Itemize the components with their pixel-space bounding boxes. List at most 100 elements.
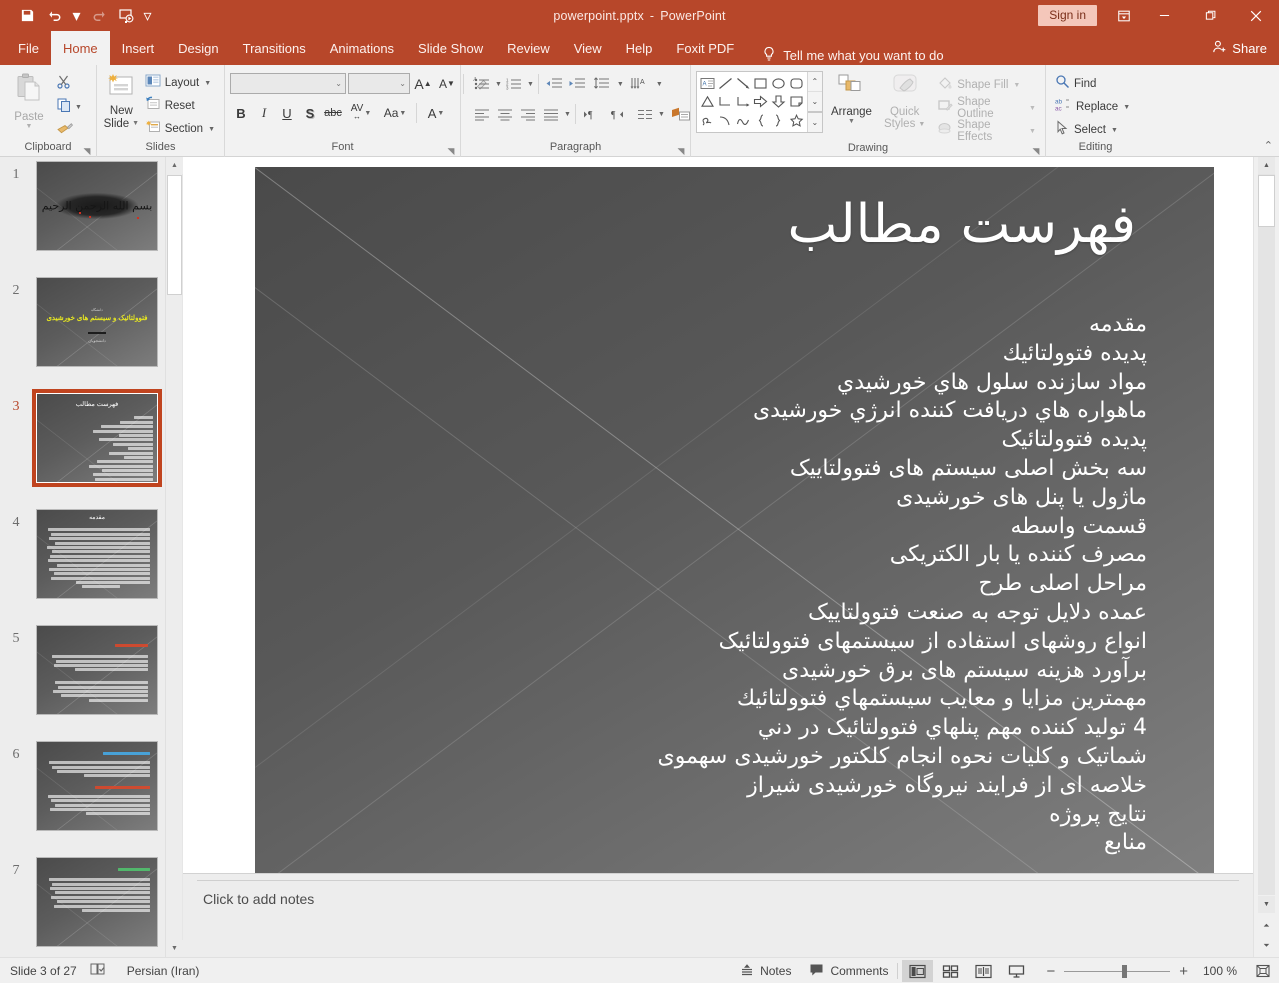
thumbnail-scrollbar[interactable]: ▲ ▼ — [165, 157, 183, 957]
slide-vertical-scrollbar[interactable]: ▲ ▼ ⏶ ⏷ — [1253, 157, 1279, 957]
shape-text-box-icon[interactable]: A — [699, 74, 717, 93]
new-slide-button[interactable]: New Slide ▼ — [102, 69, 141, 130]
shape-arc-icon[interactable] — [734, 111, 752, 130]
thumbnail-scroll-up-icon[interactable]: ▲ — [166, 157, 183, 174]
slide-body-text[interactable]: مقدمه پدیده فتوولتائيك مواد سازنده سلول … — [295, 311, 1147, 858]
shape-left-brace-icon[interactable] — [752, 111, 770, 130]
collapse-ribbon-icon[interactable]: ⌃ — [1264, 139, 1273, 152]
replace-button[interactable]: ab ac Replace ▼ — [1051, 96, 1134, 118]
tab-animations[interactable]: Animations — [318, 31, 406, 65]
bullets-button[interactable] — [471, 73, 493, 95]
scroll-thumb[interactable] — [1258, 175, 1275, 227]
fit-slide-to-window-button[interactable] — [1247, 958, 1279, 983]
increase-indent-button[interactable] — [566, 73, 588, 95]
start-from-beginning-icon[interactable] — [113, 4, 139, 28]
undo-dropdown-icon[interactable]: ▾ — [70, 4, 83, 28]
tell-me-box[interactable]: Tell me what you want to do — [762, 46, 944, 65]
tab-insert[interactable]: Insert — [110, 31, 167, 65]
tab-home[interactable]: Home — [50, 31, 110, 65]
tab-help[interactable]: Help — [614, 31, 665, 65]
zoom-slider-track[interactable] — [1064, 964, 1171, 978]
underline-button[interactable]: U — [276, 102, 298, 124]
change-case-dropdown-icon[interactable]: ▼ — [399, 110, 406, 117]
share-button[interactable]: Share — [1212, 31, 1267, 65]
italic-button[interactable]: I — [253, 102, 275, 124]
paste-button[interactable]: Paste ▼ — [5, 69, 53, 130]
close-button[interactable] — [1233, 0, 1279, 31]
shape-elbow-connector-icon[interactable] — [717, 93, 735, 112]
shapes-scroll-up-icon[interactable]: ⌃ — [808, 72, 822, 91]
layout-dropdown-icon[interactable]: ▼ — [204, 80, 211, 87]
minimize-button[interactable] — [1141, 0, 1187, 31]
section-dropdown-icon[interactable]: ▼ — [208, 126, 215, 133]
zoom-out-button[interactable]: − — [1046, 963, 1055, 980]
scroll-up-icon[interactable]: ▲ — [1258, 157, 1275, 174]
shapes-gallery[interactable]: A ⌃ ⌄ ⌄ — [696, 71, 823, 133]
new-slide-dropdown-icon[interactable]: ▼ — [132, 118, 139, 131]
zoom-level[interactable]: 100 % — [1197, 964, 1237, 978]
slide-show-button[interactable] — [1001, 960, 1032, 982]
thumb-frame-1[interactable]: بسم الله الرحمن الرحیم — [32, 157, 162, 255]
zoom-slider-thumb[interactable] — [1122, 964, 1128, 978]
replace-dropdown-icon[interactable]: ▼ — [1123, 104, 1130, 111]
shape-down-arrow-icon[interactable] — [770, 93, 788, 112]
next-slide-button[interactable]: ⏷ — [1258, 937, 1275, 955]
thumb-frame-3[interactable]: فهرست مطالب — [32, 389, 162, 487]
slide-title[interactable]: فهرست مطالب — [355, 195, 1136, 255]
shape-arrow-icon[interactable] — [734, 74, 752, 93]
font-name-combo[interactable]: ⌄ — [230, 73, 346, 94]
undo-icon[interactable] — [42, 4, 68, 28]
shape-right-arrow-icon[interactable] — [752, 93, 770, 112]
justify-button[interactable] — [540, 103, 562, 125]
font-dialog-launcher[interactable]: ◥ — [446, 146, 456, 156]
copy-dropdown-icon[interactable]: ▼ — [75, 104, 82, 111]
drawing-dialog-launcher[interactable]: ◥ — [1031, 146, 1041, 156]
shape-right-brace-icon[interactable] — [770, 111, 788, 130]
bold-button[interactable]: B — [230, 102, 252, 124]
text-direction-button[interactable]: A — [626, 73, 654, 95]
shape-oval-icon[interactable] — [770, 74, 788, 93]
notes-toggle-button[interactable]: Notes — [731, 958, 800, 983]
reset-button[interactable]: Reset — [141, 95, 219, 117]
scroll-down-icon[interactable]: ▼ — [1258, 896, 1275, 913]
bullets-dropdown-icon[interactable]: ▼ — [495, 81, 502, 88]
font-size-dropdown-icon[interactable]: ⌄ — [399, 79, 406, 88]
shape-rounded-rectangle-icon[interactable] — [787, 74, 805, 93]
tab-view[interactable]: View — [562, 31, 614, 65]
slide-sorter-button[interactable] — [935, 960, 966, 982]
select-button[interactable]: Select ▼ — [1051, 119, 1134, 141]
columns-button[interactable] — [634, 103, 656, 125]
paragraph-dialog-launcher[interactable]: ◥ — [676, 146, 686, 156]
reading-view-button[interactable] — [968, 960, 999, 982]
increase-font-size-button[interactable]: A ▲ — [412, 73, 434, 95]
slide-thumbnail-5[interactable]: 5 — [0, 621, 182, 737]
copy-button[interactable]: ▼ — [53, 97, 85, 117]
language-indicator[interactable]: Persian (Iran) — [119, 964, 200, 978]
line-spacing-dropdown-icon[interactable]: ▼ — [617, 81, 624, 88]
line-spacing-button[interactable] — [589, 73, 615, 95]
shape-line-icon[interactable] — [717, 74, 735, 93]
shapes-scroll-down-icon[interactable]: ⌄ — [807, 91, 822, 111]
thumb-frame-2[interactable]: دانشگاه فتوولتائیک و سیستم های خورشیدی د… — [32, 273, 162, 371]
numbering-dropdown-icon[interactable]: ▼ — [527, 81, 534, 88]
text-shadow-button[interactable]: S — [299, 102, 321, 124]
save-icon[interactable] — [14, 4, 40, 28]
select-dropdown-icon[interactable]: ▼ — [1111, 127, 1118, 134]
shape-curve-icon[interactable] — [717, 111, 735, 130]
customize-qat-icon[interactable]: ▿ — [141, 4, 154, 28]
tab-slide-show[interactable]: Slide Show — [406, 31, 495, 65]
slide-thumbnail-6[interactable]: 6 — [0, 737, 182, 853]
slide-thumbnail-pane[interactable]: 1 بسم الله الرحمن الرحیم 2 دانشگاه فتوول… — [0, 157, 182, 957]
section-button[interactable]: Section ▼ — [141, 118, 219, 140]
decrease-font-size-button[interactable]: A ▼ — [436, 73, 458, 95]
previous-slide-button[interactable]: ⏶ — [1258, 917, 1275, 935]
shapes-more-icon[interactable]: ⌄ — [807, 111, 822, 132]
thumb-frame-6[interactable] — [32, 737, 162, 835]
comments-toggle-button[interactable]: Comments — [800, 958, 897, 983]
tab-design[interactable]: Design — [166, 31, 230, 65]
cut-button[interactable] — [53, 74, 85, 94]
align-center-button[interactable] — [494, 103, 516, 125]
justify-dropdown-icon[interactable]: ▼ — [564, 111, 571, 118]
font-color-dropdown-icon[interactable]: ▼ — [437, 110, 444, 117]
slide-edit-area[interactable]: فهرست مطالب مقدمه پدیده فتوولتائيك مواد … — [183, 157, 1253, 957]
